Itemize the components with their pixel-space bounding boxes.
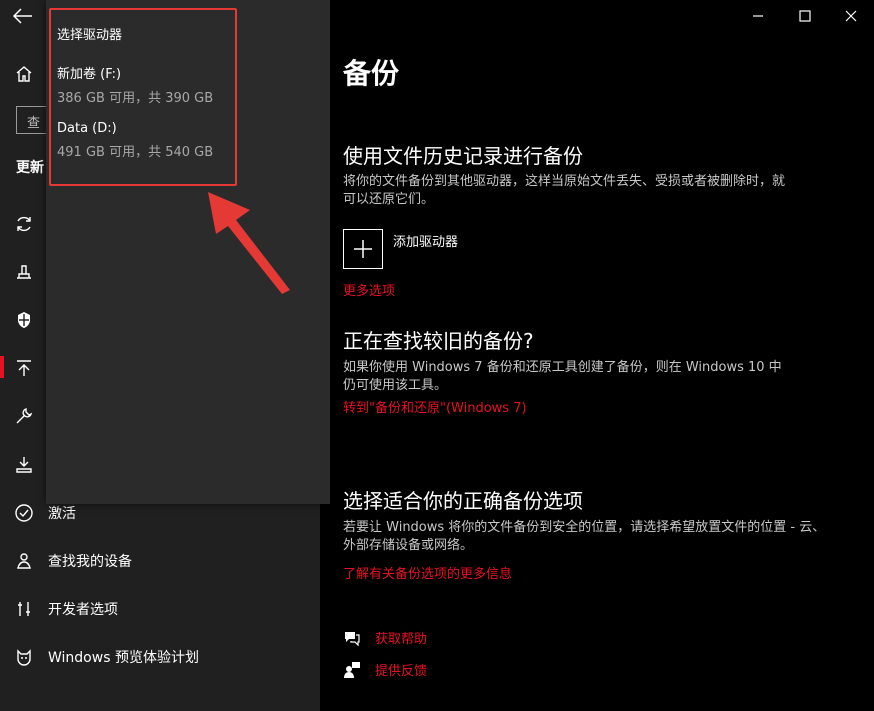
learn-more-link[interactable]: 了解有关备份选项的更多信息 (343, 563, 512, 582)
home-icon[interactable] (14, 64, 34, 84)
delivery-optimization-icon[interactable] (14, 262, 34, 282)
add-drive-button[interactable] (343, 229, 383, 269)
feedback-person-icon (343, 661, 361, 679)
active-indicator (0, 356, 4, 378)
annotation-highlight-box (49, 8, 237, 186)
backup-restore-link[interactable]: 转到"备份和还原"(Windows 7) (343, 397, 527, 416)
nav-item-label: 开发者选项 (48, 602, 118, 618)
shield-icon[interactable] (14, 310, 34, 330)
recovery-icon[interactable] (14, 454, 34, 474)
wrench-icon[interactable] (14, 406, 34, 426)
sync-icon[interactable] (14, 214, 34, 234)
feedback-label: 提供反馈 (375, 664, 428, 679)
annotation-arrow-icon (200, 190, 300, 300)
search-placeholder: 查 (27, 116, 41, 131)
close-button[interactable] (841, 6, 861, 26)
nav-item-find-my-device[interactable]: 查找我的设备 (0, 541, 320, 581)
nav-item-developer-options[interactable]: 开发者选项 (0, 589, 320, 629)
more-options-link[interactable]: 更多选项 (343, 280, 395, 299)
maximize-button[interactable] (795, 6, 815, 26)
nav-section-heading: 更新 (16, 160, 44, 176)
older-backup-heading: 正在查找较旧的备份? (343, 329, 534, 353)
nav-item-label: Windows 预览体验计划 (48, 650, 199, 666)
plus-icon (354, 240, 372, 258)
person-pin-icon (14, 551, 34, 571)
nav-item-windows-insider[interactable]: Windows 预览体验计划 (0, 637, 320, 677)
chat-help-icon (343, 629, 361, 647)
nav-item-label: 激活 (48, 506, 76, 522)
nav-item-label: 查找我的设备 (48, 554, 132, 570)
check-circle-icon (14, 503, 34, 523)
developer-tools-icon (14, 599, 34, 619)
right-option-description: 若要让 Windows 将你的文件备份到安全的位置，请选择希望放置文件的位置 -… (343, 520, 826, 553)
back-arrow-icon[interactable] (12, 6, 34, 26)
page-title: 备份 (343, 57, 400, 90)
backup-upload-icon[interactable] (14, 358, 34, 378)
right-option-heading: 选择适合你的正确备份选项 (343, 489, 583, 513)
older-backup-description: 如果你使用 Windows 7 备份和还原工具创建了备份，则在 Windows … (343, 360, 782, 393)
minimize-button[interactable] (748, 6, 768, 26)
get-help-label: 获取帮助 (375, 632, 428, 647)
file-history-description: 将你的文件备份到其他驱动器，这样当原始文件丢失、受损或者被删除时，就可以还原它们… (343, 174, 786, 207)
file-history-heading: 使用文件历史记录进行备份 (343, 144, 583, 168)
cat-icon (14, 647, 34, 667)
add-drive-label[interactable]: 添加驱动器 (393, 231, 458, 250)
